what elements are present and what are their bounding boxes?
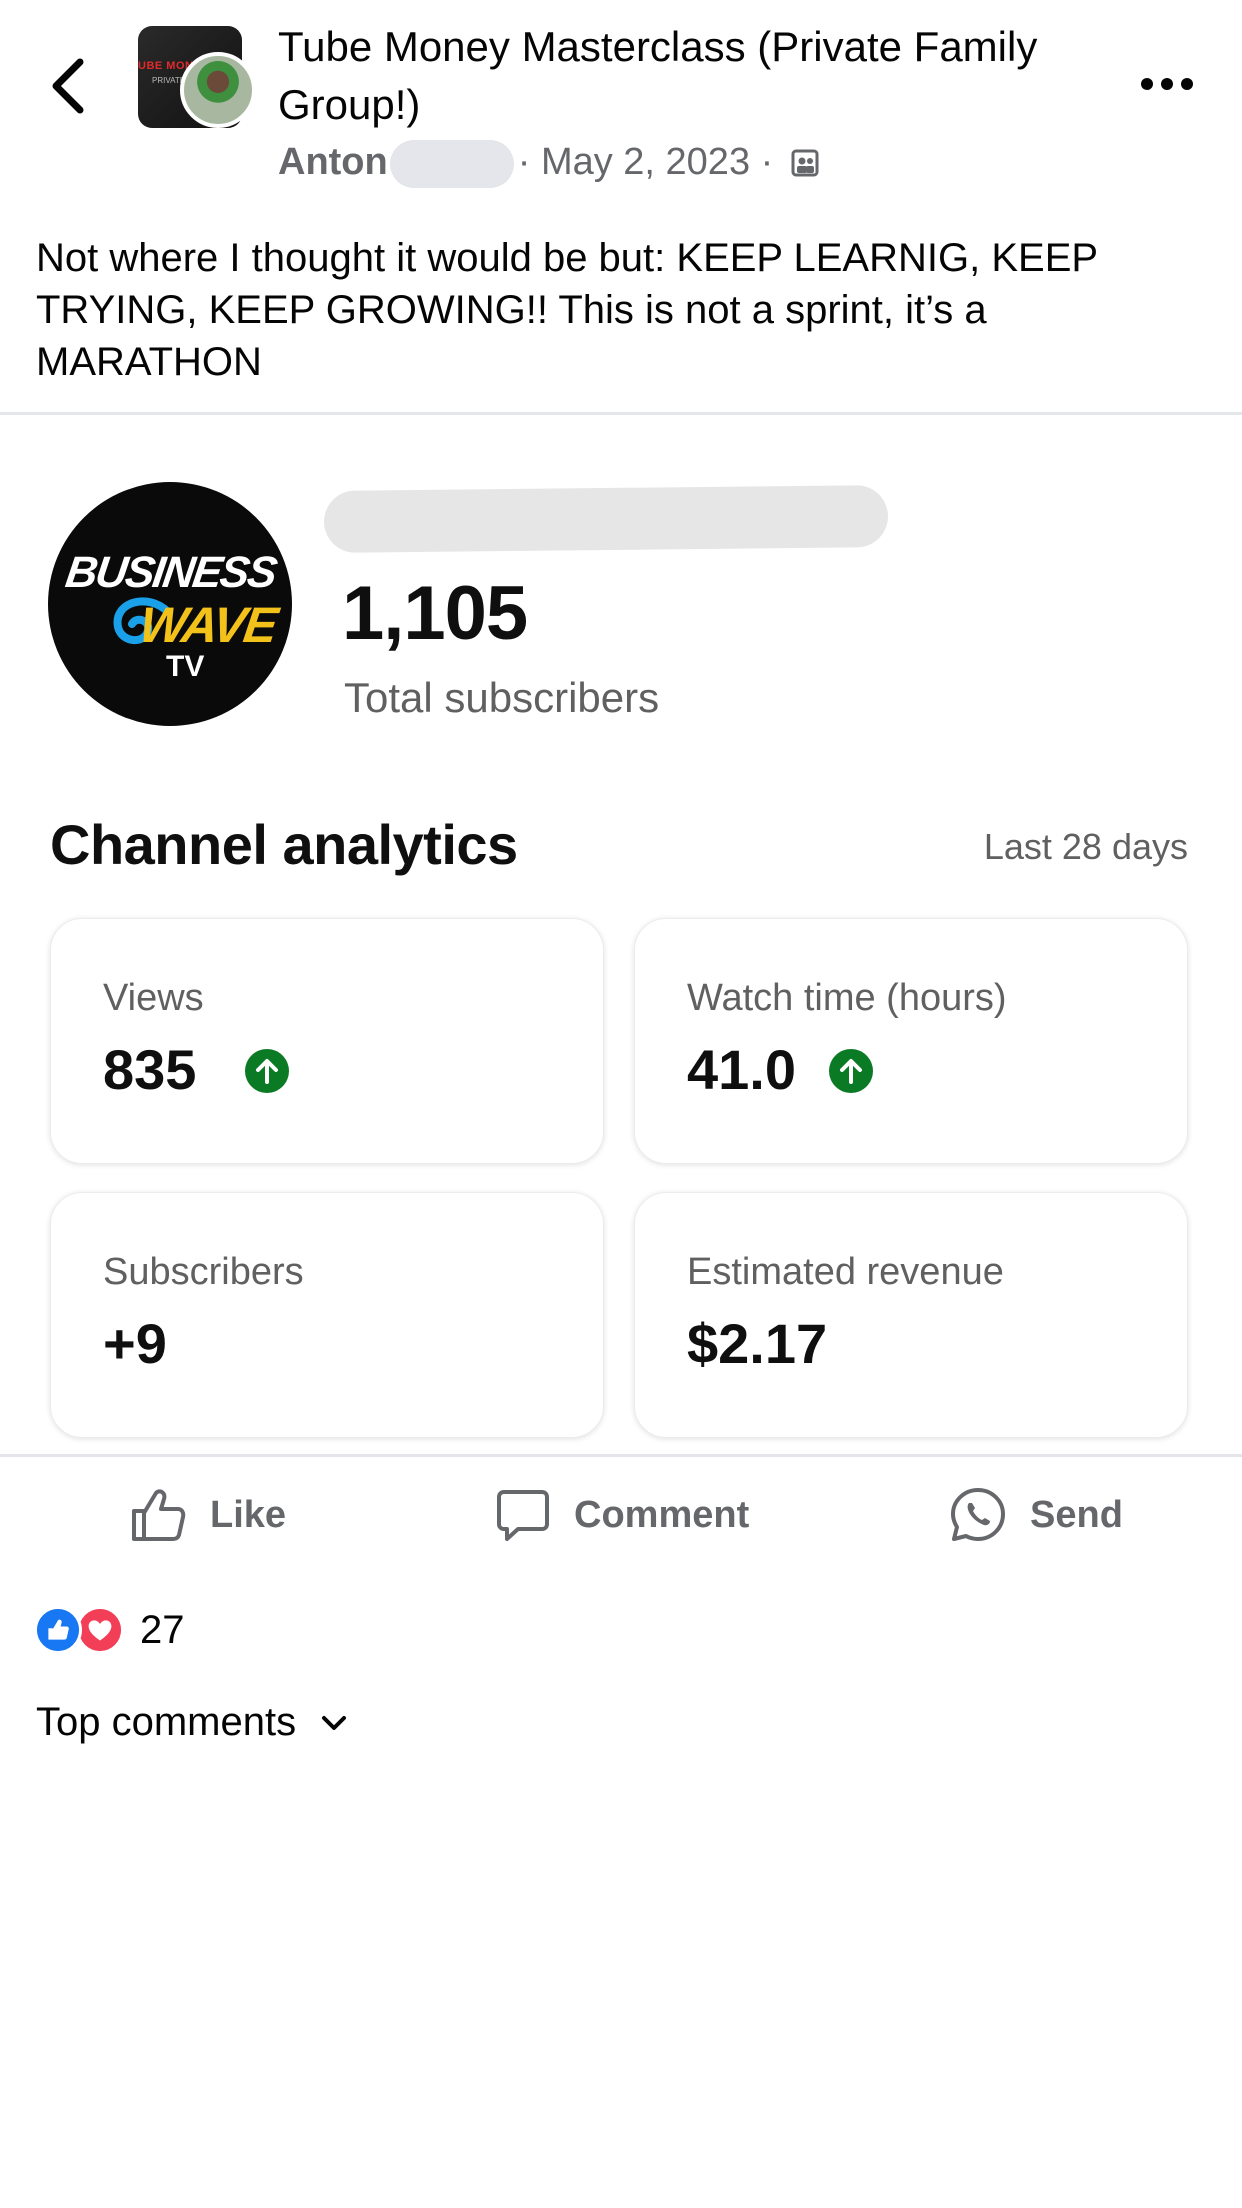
redacted-channel-name [323,485,889,553]
group-privacy-icon [791,149,819,177]
watch-time-card: Watch time (hours) 41.0 [634,918,1188,1164]
logo-text-business: BUSINESS [62,548,279,597]
divider [0,1454,1242,1457]
redacted-name [389,140,514,188]
total-subscribers-label: Total subscribers [344,674,660,721]
group-title[interactable]: Tube Money Masterclass (Private Family G… [278,18,1038,134]
subscribers-value: +9 [103,1312,167,1375]
comment-bubble-icon [497,1490,549,1541]
post-meta: Anton · May 2, 2023 · [278,140,820,188]
thumbs-up-icon [132,1489,186,1541]
comment-label: Comment [574,1493,750,1536]
author-name[interactable]: Anton [278,141,388,183]
channel-logo: BUSINESS WAVE TV [48,482,292,726]
views-card: Views 835 [50,918,604,1164]
analytics-period: Last 28 days [983,826,1188,867]
logo-text-tv: TV [166,650,205,683]
revenue-label: Estimated revenue [687,1251,1004,1293]
love-reaction-icon [76,1606,124,1654]
reactions-summary[interactable]: 27 [34,1606,185,1654]
logo-text-wave: WAVE [136,597,280,653]
post-text: Not where I thought it would be but: KEE… [36,236,1098,384]
more-options-icon[interactable] [1140,76,1194,92]
reaction-count: 27 [140,1607,185,1652]
like-label: Like [210,1493,287,1536]
subscribers-card: Subscribers +9 [50,1192,604,1438]
views-value: 835 [103,1038,197,1101]
top-comments-label: Top comments [36,1700,297,1744]
comment-button[interactable]: Comment [494,1480,749,1550]
subscribers-label: Subscribers [103,1251,304,1293]
trend-up-icon [829,1049,873,1093]
revenue-value: $2.17 [687,1312,828,1375]
divider [0,412,1242,415]
analytics-title: Channel analytics [50,813,518,876]
watch-time-label: Watch time (hours) [687,977,1007,1019]
total-subscribers-value: 1,105 [342,571,528,656]
chevron-down-icon [322,1715,347,1730]
trend-up-icon [245,1049,289,1093]
watch-time-value: 41.0 [687,1038,796,1101]
back-chevron-icon[interactable] [44,56,92,116]
views-label: Views [103,977,204,1019]
like-reaction-icon [34,1606,82,1654]
whatsapp-icon [951,1488,1005,1541]
revenue-card: Estimated revenue $2.17 [634,1192,1188,1438]
send-button[interactable]: Send [948,1480,1123,1550]
like-button[interactable]: Like [128,1480,286,1550]
top-comments-dropdown[interactable]: Top comments [36,1700,348,1745]
post-date: · May 2, 2023 · [517,141,774,184]
author-avatar[interactable] [180,52,256,128]
send-label: Send [1030,1493,1123,1536]
